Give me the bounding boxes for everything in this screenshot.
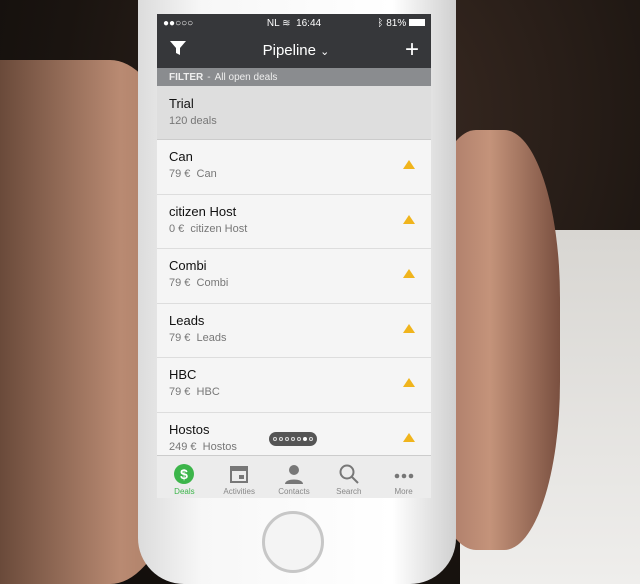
deal-name: citizen Host bbox=[169, 203, 237, 219]
page-dot[interactable] bbox=[297, 437, 301, 441]
deal-row[interactable]: citizen Host 0 € citizen Host bbox=[157, 194, 431, 249]
svg-text:$: $ bbox=[180, 466, 188, 482]
bluetooth-icon: ᛒ bbox=[377, 17, 384, 29]
tab-activities[interactable]: Activities bbox=[212, 456, 267, 498]
warning-icon bbox=[403, 323, 415, 333]
clock: 16:44 bbox=[296, 17, 322, 29]
stage-count: 120 deals bbox=[169, 115, 217, 127]
page-dot[interactable] bbox=[285, 437, 289, 441]
deal-value: 0 € bbox=[169, 222, 185, 235]
tab-more[interactable]: More bbox=[376, 456, 431, 498]
deal-organization: Hostos bbox=[202, 440, 237, 453]
battery-percent: 81% bbox=[386, 17, 407, 29]
page-dot[interactable] bbox=[279, 437, 283, 441]
deal-value: 249 € bbox=[169, 440, 197, 453]
deal-list: Can 79 € Can citizen Host 0 € citizen Host C… bbox=[157, 140, 431, 467]
deal-organization: citizen Host bbox=[190, 222, 248, 235]
deal-organization: Can bbox=[196, 168, 217, 180]
nav-bar: Pipeline ⌄ + bbox=[157, 32, 431, 68]
filter-value: All open deals bbox=[214, 71, 278, 83]
home-button[interactable] bbox=[262, 511, 324, 573]
screen: ●●○○○ NL ≋ 16:44 ᛒ 81% Pipeline ⌄ + FILT… bbox=[157, 14, 431, 498]
deal-name: Combi bbox=[169, 258, 207, 273]
deal-name: Leads bbox=[169, 312, 205, 328]
filter-label: FILTER bbox=[169, 71, 204, 83]
page-title: Pipeline bbox=[262, 41, 316, 59]
chevron-down-icon: ⌄ bbox=[320, 45, 330, 58]
deal-details: 79 € Leads bbox=[169, 332, 419, 344]
deal-value: 79 € bbox=[169, 386, 191, 398]
deal-organization: HBC bbox=[196, 386, 220, 398]
warning-icon bbox=[403, 269, 415, 278]
warning-icon bbox=[403, 160, 415, 169]
deal-value: 79 € bbox=[169, 168, 191, 180]
calendar-icon bbox=[230, 466, 249, 483]
page-dot[interactable] bbox=[273, 437, 277, 441]
tab-label: Search bbox=[336, 487, 362, 496]
tab-search[interactable]: Search bbox=[321, 456, 376, 498]
pipeline-selector[interactable]: Pipeline ⌄ bbox=[263, 42, 330, 59]
deal-organization: Leads bbox=[196, 331, 227, 344]
person-icon bbox=[284, 465, 303, 484]
tab-contacts[interactable]: Contacts bbox=[267, 456, 322, 498]
tab-bar: $ Deals Activities Contacts Search More bbox=[157, 455, 431, 498]
carrier: NL bbox=[266, 17, 280, 29]
deal-value: 79 € bbox=[169, 277, 191, 289]
page-dot[interactable] bbox=[291, 437, 295, 441]
add-deal-button[interactable]: + bbox=[405, 36, 419, 64]
deal-organization: Combi bbox=[196, 277, 229, 289]
filter-separator: - bbox=[207, 71, 211, 83]
deal-row[interactable]: Leads 79 € Leads bbox=[157, 303, 431, 358]
deal-name: Can bbox=[169, 149, 193, 164]
page-indicator[interactable] bbox=[269, 432, 317, 446]
warning-icon bbox=[403, 214, 415, 224]
warning-icon bbox=[403, 378, 415, 387]
tab-deals[interactable]: $ Deals bbox=[157, 456, 212, 498]
page-dot[interactable] bbox=[303, 437, 307, 441]
status-bar: ●●○○○ NL ≋ 16:44 ᛒ 81% bbox=[157, 14, 431, 32]
dollar-icon: $ bbox=[174, 464, 195, 484]
deal-details: 79 € HBC bbox=[169, 386, 419, 398]
wifi-icon: ≋ bbox=[282, 17, 291, 29]
deal-details: 79 € Can bbox=[169, 168, 419, 180]
battery-icon bbox=[409, 19, 425, 27]
filter-icon[interactable] bbox=[169, 39, 187, 62]
deal-value: 79 € bbox=[169, 331, 191, 344]
tab-label: More bbox=[394, 487, 413, 496]
more-icon bbox=[394, 473, 413, 479]
stage-header[interactable]: Trial 120 deals bbox=[157, 86, 431, 140]
page-dot[interactable] bbox=[309, 437, 313, 441]
search-icon bbox=[339, 464, 359, 484]
warning-icon bbox=[403, 432, 415, 442]
tab-label: Contacts bbox=[278, 487, 310, 496]
tab-label: Activities bbox=[223, 487, 255, 496]
deal-details: 0 € citizen Host bbox=[169, 223, 419, 235]
stage-name: Trial bbox=[169, 96, 194, 111]
deal-row[interactable]: Combi 79 € Combi bbox=[157, 249, 431, 304]
deal-details: 79 € Combi bbox=[169, 277, 419, 289]
deal-row[interactable]: Can 79 € Can bbox=[157, 140, 431, 195]
deal-name: HBC bbox=[169, 367, 197, 382]
filter-bar[interactable]: FILTER - All open deals bbox=[157, 68, 431, 86]
deal-row[interactable]: HBC 79 € HBC bbox=[157, 358, 431, 413]
tab-label: Deals bbox=[174, 487, 195, 496]
